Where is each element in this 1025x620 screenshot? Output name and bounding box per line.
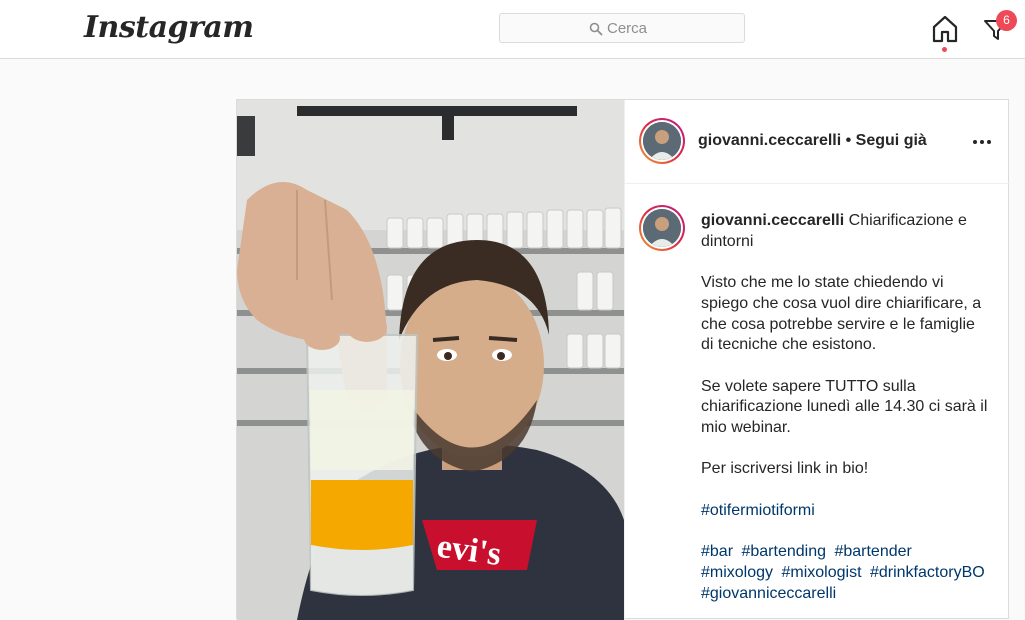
caption-paragraph: Visto che me lo state chiedendo vi spieg… — [701, 274, 982, 354]
profile-picture-icon — [643, 122, 681, 160]
hashtag-link[interactable]: #mixologist — [781, 564, 861, 581]
search-input[interactable] — [500, 14, 744, 42]
hashtag-link[interactable]: #drinkfactoryBO — [870, 564, 985, 581]
notification-badge: 6 — [996, 10, 1017, 31]
follow-status: • Segui già — [841, 132, 927, 149]
post-side-panel: giovanni.ceccarelli • Segui già giovanni… — [625, 100, 1010, 620]
caption-username[interactable]: giovanni.ceccarelli — [701, 212, 844, 229]
avatar[interactable] — [639, 118, 685, 164]
home-icon[interactable] — [930, 14, 960, 44]
hashtag-list: #bar #bartending #bartender #mixology #m… — [701, 542, 991, 604]
caption-avatar[interactable] — [639, 205, 685, 251]
hashtag-link[interactable]: #mixology — [701, 564, 773, 581]
more-options-icon[interactable] — [972, 138, 992, 146]
search-box[interactable] — [499, 13, 745, 43]
hashtag-link[interactable]: #bar — [701, 543, 733, 560]
caption-paragraph: Per iscriversi link in bio! — [701, 460, 869, 478]
hashtag-link[interactable]: #bartender — [834, 543, 911, 560]
top-navigation-bar: Instagram 6 — [0, 0, 1025, 59]
post-caption: giovanni.ceccarelli Chiarificazione e di… — [701, 211, 991, 604]
hashtag-link[interactable]: #bartending — [741, 543, 826, 560]
post-author: giovanni.ceccarelli • Segui già — [698, 132, 927, 150]
video-frame-illustration: evi's — [237, 100, 624, 620]
post-header: giovanni.ceccarelli • Segui già — [625, 100, 1010, 184]
hashtag-link[interactable]: #otifermiotiformi — [701, 502, 815, 519]
home-active-indicator — [942, 47, 947, 52]
caption-paragraph: Se volete sapere TUTTO sulla chiarificaz… — [701, 377, 988, 436]
profile-picture-icon — [643, 209, 681, 247]
post-card: evi's giovanni.ceccarelli • Segui già gi… — [236, 99, 1010, 620]
post-video[interactable]: evi's — [237, 100, 625, 620]
author-username[interactable]: giovanni.ceccarelli — [698, 132, 841, 149]
hashtag-link[interactable]: #giovanniceccarelli — [701, 585, 836, 602]
instagram-logo[interactable]: Instagram — [84, 10, 254, 45]
